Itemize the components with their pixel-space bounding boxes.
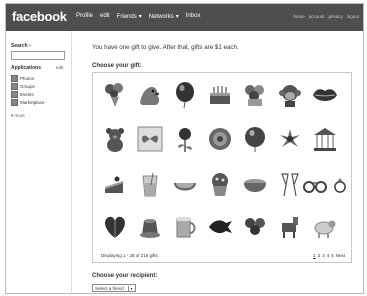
chevron-down-icon: ▾ <box>11 113 14 118</box>
nav-inbox[interactable]: Inbox <box>186 13 201 20</box>
rose-gift[interactable] <box>171 125 199 153</box>
chevron-down-icon: ▾ <box>138 14 142 20</box>
jelly-gift[interactable] <box>136 213 164 241</box>
drink-gift[interactable] <box>136 171 164 199</box>
birthday-cake-gift[interactable] <box>206 81 234 109</box>
facebook-logo[interactable]: facebook <box>12 9 67 24</box>
search-input[interactable] <box>11 51 65 60</box>
marketplace-icon <box>11 99 18 106</box>
top-nav: Profile edit Friends ▾ Networks ▾ Inbox <box>76 13 200 20</box>
account-nav: home account privacy logout <box>293 14 359 19</box>
monkey-gift[interactable] <box>276 81 304 109</box>
soup-bowl-gift[interactable] <box>241 171 269 199</box>
watermelon-gift[interactable] <box>171 171 199 199</box>
page-2-link[interactable]: 2 <box>318 253 321 258</box>
balloon-2-gift[interactable] <box>241 125 269 153</box>
nav-friends[interactable]: Friends ▾ <box>117 13 142 20</box>
search-label: Search › <box>11 43 31 49</box>
chevron-right-icon: › <box>29 43 31 49</box>
pinata-gift[interactable] <box>276 213 304 241</box>
applications-heading: Applications <box>11 65 42 71</box>
handcuffs-gift[interactable] <box>301 171 329 199</box>
next-page-link[interactable]: Next <box>336 253 345 258</box>
gift-message: You have one gift to give. After that, g… <box>92 44 239 51</box>
nav-edit[interactable]: edit <box>100 13 110 20</box>
sidebar-item-photos[interactable]: Photos <box>11 75 34 82</box>
chevron-down-icon: ▾ <box>175 14 179 20</box>
more-link[interactable]: ▾ more <box>11 113 25 119</box>
page-5-link[interactable]: 5 <box>331 253 334 258</box>
rose-bunch-gift[interactable] <box>241 213 269 241</box>
seal-gift[interactable] <box>136 81 164 109</box>
groups-icon <box>11 83 18 90</box>
nav-home[interactable]: home <box>293 14 304 19</box>
sidebar-item-events[interactable]: Events <box>11 91 34 98</box>
flower-bouquet-gift[interactable] <box>276 125 304 153</box>
bird-gift[interactable] <box>206 213 234 241</box>
ring-gift[interactable] <box>331 171 349 199</box>
lamb-gift[interactable] <box>311 213 339 241</box>
cake-slice-gift[interactable] <box>101 171 129 199</box>
pagination: 1 2 3 4 5 Next <box>313 253 345 258</box>
page-1-link[interactable]: 1 <box>313 253 316 258</box>
lips-gift[interactable] <box>311 81 339 109</box>
chevron-down-icon: ▾ <box>128 286 134 291</box>
main-content: You have one gift to give. After that, g… <box>72 31 363 293</box>
applications-edit-link[interactable]: edit <box>56 65 63 70</box>
bouquet-gift[interactable] <box>101 81 129 109</box>
nav-networks[interactable]: Networks ▾ <box>149 13 179 20</box>
beer-mug-gift[interactable] <box>171 213 199 241</box>
events-icon <box>11 91 18 98</box>
gift-grid: Displaying 1 - 28 of 216 gifts. 1 2 3 4 … <box>92 72 352 263</box>
balloon-gift[interactable] <box>171 81 199 109</box>
cupcake-gift[interactable] <box>206 171 234 199</box>
choose-recipient-heading: Choose your recipient: <box>92 273 158 279</box>
cake-gift[interactable] <box>206 125 234 153</box>
nav-profile[interactable]: Profile <box>76 13 93 20</box>
nav-privacy[interactable]: privacy <box>328 14 342 19</box>
butterfly-card-gift[interactable] <box>136 125 164 153</box>
sidebar-item-marketplace[interactable]: Marketplace <box>11 99 45 106</box>
page-3-link[interactable]: 3 <box>322 253 325 258</box>
photos-icon <box>11 75 18 82</box>
page-4-link[interactable]: 4 <box>327 253 330 258</box>
facebook-page: facebook Profile edit Friends ▾ Networks ▾… <box>5 3 364 294</box>
nav-account[interactable]: account <box>309 14 325 19</box>
nav-logout[interactable]: logout <box>347 14 359 19</box>
heart-gift[interactable] <box>101 213 129 241</box>
sidebar: Search › Applications edit Photos Groups… <box>6 31 72 293</box>
carousel-gift[interactable] <box>311 125 339 153</box>
teddy-bear-gift[interactable] <box>101 125 129 153</box>
top-bar: facebook Profile edit Friends ▾ Networks ▾… <box>6 4 363 31</box>
recipient-select[interactable]: Select a friend ▾ <box>92 284 136 292</box>
champagne-glasses-gift[interactable] <box>276 171 304 199</box>
cupcake-flowers-gift[interactable] <box>241 81 269 109</box>
sidebar-item-groups[interactable]: Groups <box>11 83 35 90</box>
gift-count-status: Displaying 1 - 28 of 216 gifts. <box>101 253 160 258</box>
choose-gift-heading: Choose your gift: <box>92 63 142 69</box>
